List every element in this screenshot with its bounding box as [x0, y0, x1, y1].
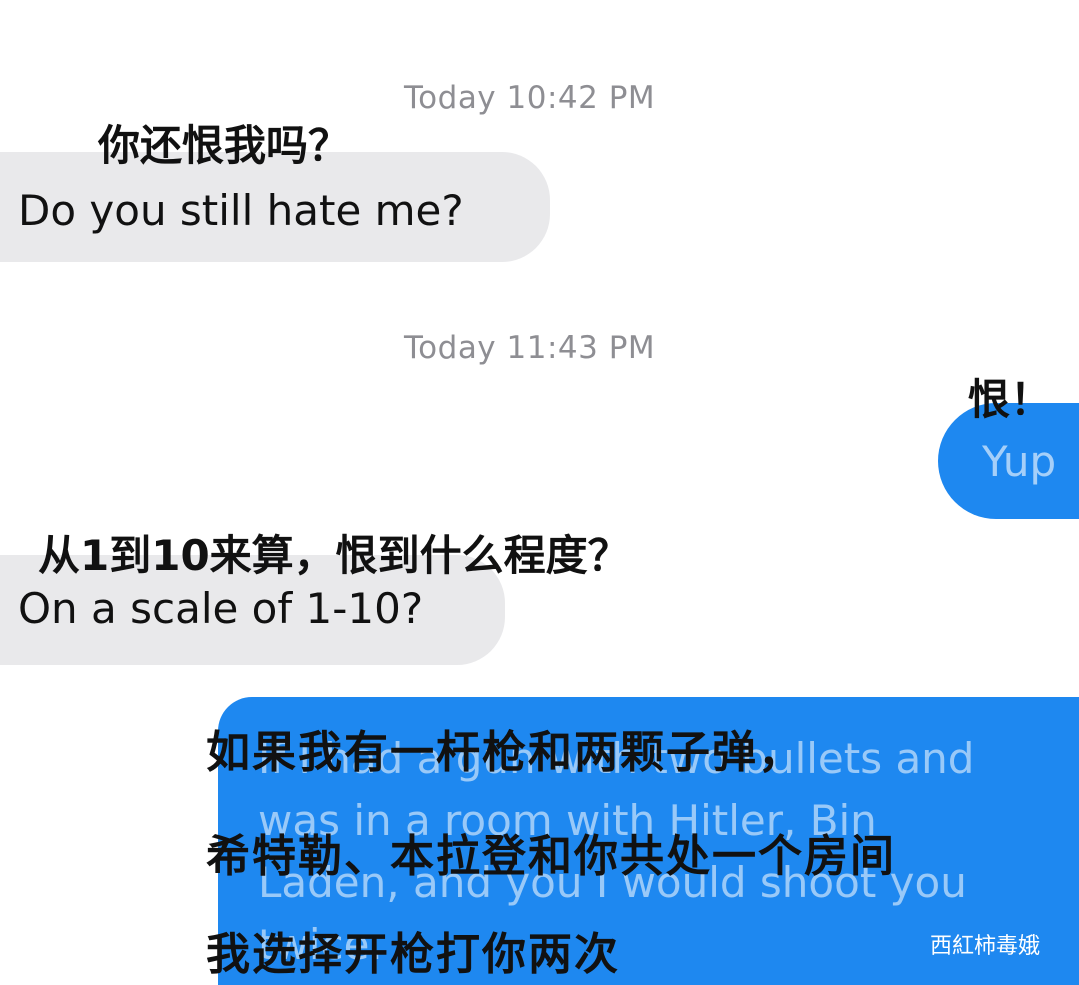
chinese-caption-line: 如果我有一杆枪和两颗子弹， [206, 727, 804, 778]
message-text: Do you still hate me? [18, 186, 464, 235]
timestamp: Today 10:42 PM [404, 80, 656, 116]
message-text: On a scale of 1-10? [18, 584, 424, 633]
chinese-caption-line: 希特勒、本拉登和你共处一个房间 [206, 831, 896, 882]
chinese-caption: 你还恨我吗？ [98, 121, 351, 170]
chinese-caption: 恨！ [968, 375, 1053, 424]
timestamp: Today 11:43 PM [404, 330, 656, 366]
watermark: 西紅柿毒娥 [930, 934, 1041, 959]
chinese-caption-line: 我选择开枪打你两次 [206, 929, 620, 980]
message-text: Yup [982, 437, 1057, 486]
chinese-caption: 从1到10来算，恨到什么程度？ [38, 531, 630, 580]
